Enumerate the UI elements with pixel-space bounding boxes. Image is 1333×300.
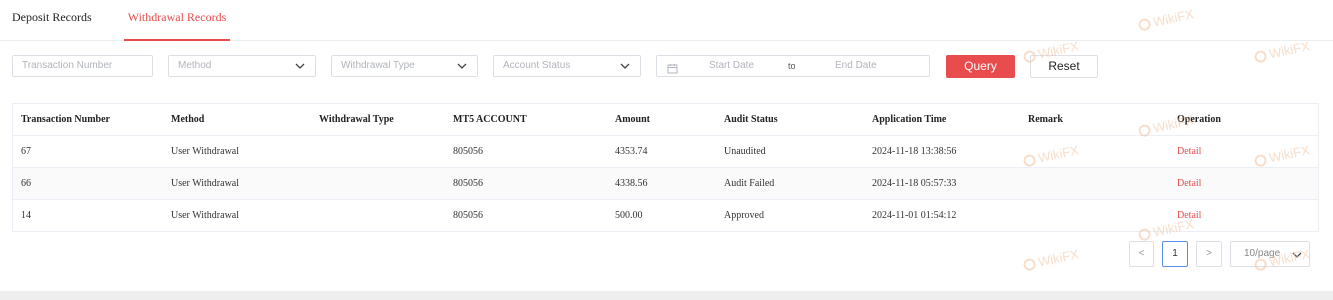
column-header: Audit Status: [716, 103, 864, 136]
column-header: Operation: [1169, 103, 1319, 136]
transaction-number-input[interactable]: Transaction Number: [12, 55, 153, 77]
remark-cell: [1020, 135, 1169, 168]
wikifx-watermark: WikiFX: [1022, 246, 1080, 272]
operation-cell: Detail: [1169, 135, 1319, 168]
transaction-number-cell: 66: [12, 167, 163, 200]
page-number-button[interactable]: 1: [1162, 241, 1188, 267]
page-size-select[interactable]: 10/page: [1230, 241, 1310, 267]
column-header: Method: [163, 103, 311, 136]
date-range-picker[interactable]: Start Date to End Date: [656, 55, 930, 77]
chevron-down-icon: [294, 59, 306, 77]
method-placeholder: Method: [178, 60, 212, 71]
column-header: Application Time: [864, 103, 1020, 136]
mt5-account-cell: 805056: [445, 199, 607, 232]
transaction-number-placeholder: Transaction Number: [22, 60, 113, 71]
operation-cell: Detail: [1169, 199, 1319, 232]
withdrawal-type-cell: [311, 167, 445, 200]
wikifx-logo-icon: [1022, 257, 1037, 272]
detail-link[interactable]: Detail: [1177, 178, 1201, 189]
column-header: Withdrawal Type: [311, 103, 445, 136]
amount-cell: 4353.74: [607, 135, 716, 168]
application-time-cell: 2024-11-18 13:38:56: [864, 135, 1020, 168]
mt5-account-cell: 805056: [445, 167, 607, 200]
remark-cell: [1020, 167, 1169, 200]
start-date-input[interactable]: Start Date: [709, 60, 754, 71]
method-cell: User Withdrawal: [163, 167, 311, 200]
audit-status-cell: Unaudited: [716, 135, 864, 168]
amount-cell: 500.00: [607, 199, 716, 232]
end-date-input[interactable]: End Date: [835, 60, 877, 71]
remark-cell: [1020, 199, 1169, 232]
table-row: 14 User Withdrawal 805056 500.00 Approve…: [12, 199, 1319, 232]
audit-status-cell: Approved: [716, 199, 864, 232]
detail-link[interactable]: Detail: [1177, 210, 1201, 221]
table-header-row: Transaction Number Method Withdrawal Typ…: [12, 103, 1319, 136]
withdrawal-type-cell: [311, 135, 445, 168]
method-select[interactable]: Method: [168, 55, 316, 77]
amount-cell: 4338.56: [607, 167, 716, 200]
footer-bar: [0, 291, 1333, 300]
date-range-separator: to: [788, 61, 796, 71]
wikifx-logo-icon: [1253, 49, 1268, 64]
table-row: 66 User Withdrawal 805056 4338.56 Audit …: [12, 167, 1319, 200]
withdrawal-type-select[interactable]: Withdrawal Type: [331, 55, 478, 77]
page-size-label: 10/page: [1244, 248, 1281, 259]
application-time-cell: 2024-11-18 05:57:33: [864, 167, 1020, 200]
withdrawal-records-table: Transaction Number Method Withdrawal Typ…: [12, 103, 1319, 232]
mt5-account-cell: 805056: [445, 135, 607, 168]
column-header: MT5 ACCOUNT: [445, 103, 607, 136]
transaction-number-cell: 67: [12, 135, 163, 168]
tab-deposit-records[interactable]: Deposit Records: [12, 10, 92, 40]
chevron-down-icon: [1291, 247, 1303, 271]
prev-page-button[interactable]: <: [1129, 241, 1154, 267]
method-cell: User Withdrawal: [163, 135, 311, 168]
chevron-down-icon: [619, 59, 631, 77]
application-time-cell: 2024-11-01 01:54:12: [864, 199, 1020, 232]
audit-status-cell: Audit Failed: [716, 167, 864, 200]
table-row: 67 User Withdrawal 805056 4353.74 Unaudi…: [12, 135, 1319, 168]
records-tabs: Deposit Records Withdrawal Records: [0, 0, 1333, 41]
chevron-down-icon: [456, 59, 468, 77]
withdrawal-type-cell: [311, 199, 445, 232]
calendar-icon: [667, 61, 678, 79]
column-header: Remark: [1020, 103, 1169, 136]
column-header: Amount: [607, 103, 716, 136]
query-button[interactable]: Query: [946, 55, 1015, 78]
column-header: Transaction Number: [12, 103, 163, 136]
method-cell: User Withdrawal: [163, 199, 311, 232]
operation-cell: Detail: [1169, 167, 1319, 200]
detail-link[interactable]: Detail: [1177, 146, 1201, 157]
transaction-number-cell: 14: [12, 199, 163, 232]
next-page-button[interactable]: >: [1196, 241, 1222, 267]
account-status-select[interactable]: Account Status: [493, 55, 641, 77]
tab-withdrawal-records[interactable]: Withdrawal Records: [124, 10, 230, 41]
reset-button[interactable]: Reset: [1030, 55, 1098, 78]
account-status-placeholder: Account Status: [503, 60, 571, 71]
withdrawal-type-placeholder: Withdrawal Type: [341, 60, 415, 71]
wikifx-watermark: WikiFX: [1253, 38, 1311, 64]
